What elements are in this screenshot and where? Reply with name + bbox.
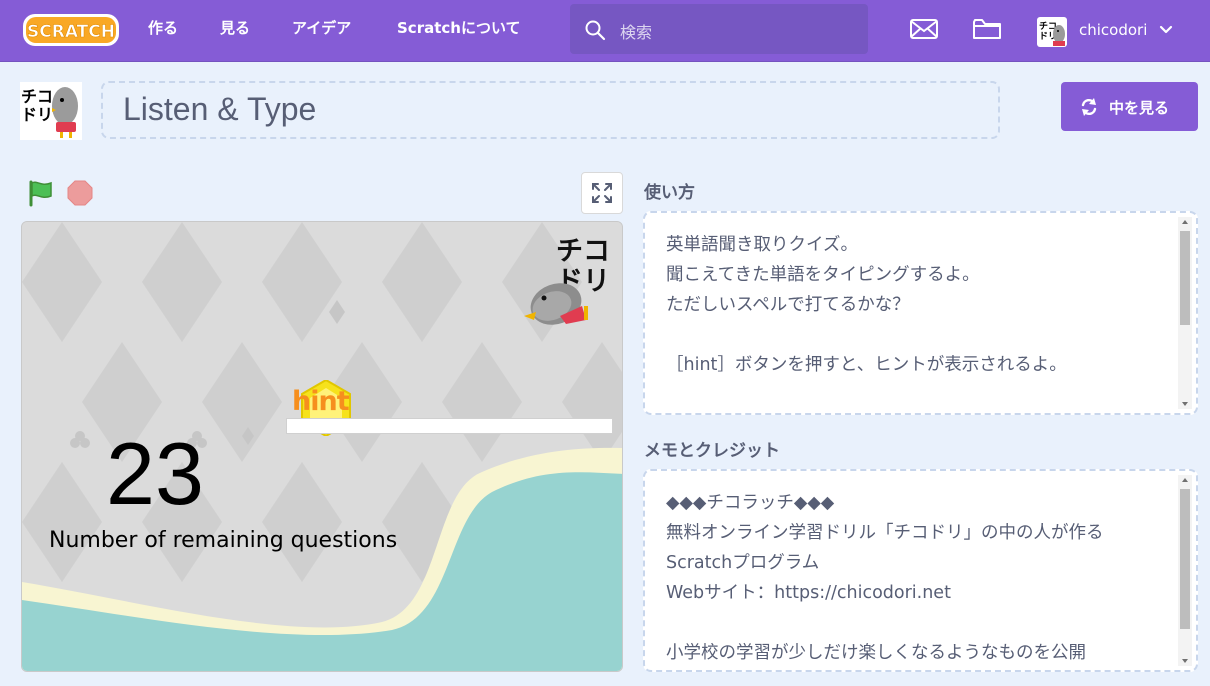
fullscreen-icon bbox=[592, 183, 612, 203]
scroll-up-icon[interactable] bbox=[1178, 217, 1192, 227]
nav-about[interactable]: Scratchについて bbox=[397, 0, 521, 58]
project-title-field[interactable]: Listen & Type bbox=[101, 81, 1000, 139]
notes-heading: メモとクレジット bbox=[644, 441, 780, 461]
scroll-up-icon[interactable] bbox=[1178, 475, 1192, 485]
project-author-avatar[interactable]: チコ ドリ bbox=[20, 82, 82, 140]
scratch-logo[interactable]: SCRATCH bbox=[22, 12, 120, 48]
svg-text:ドリ: ドリ bbox=[21, 105, 53, 124]
top-nav: SCRATCH 作る 見る アイデア Scratchについて 検索 チコ ドリ … bbox=[0, 0, 1210, 62]
user-avatar[interactable]: チコ ドリ bbox=[1037, 17, 1067, 47]
svg-text:チコ: チコ bbox=[21, 87, 53, 106]
notes-text: ◆◆◆チコラッチ◆◆◆ 無料オンライン学習ドリル「チコドリ」の中の人が作るScr… bbox=[666, 493, 1104, 663]
remix-arrows-icon bbox=[1081, 98, 1097, 116]
stop-icon[interactable] bbox=[67, 180, 93, 206]
scroll-down-icon[interactable] bbox=[1178, 399, 1192, 409]
green-flag-icon[interactable] bbox=[27, 179, 55, 207]
notes-panel[interactable]: ◆◆◆チコラッチ◆◆◆ 無料オンライン学習ドリル「チコドリ」の中の人が作るScr… bbox=[643, 469, 1198, 672]
nav-ideas[interactable]: アイデア bbox=[292, 0, 351, 58]
instructions-text: 英単語聞き取りクイズ。 聞こえてきた単語をタイピングするよ。 ただしいスペルで打… bbox=[666, 235, 1067, 375]
remaining-count: 23 bbox=[106, 424, 204, 523]
answer-input-bar[interactable] bbox=[286, 418, 613, 434]
nav-explore[interactable]: 見る bbox=[220, 0, 250, 58]
logo-text: SCRATCH bbox=[27, 22, 115, 42]
notes-scrollbar[interactable] bbox=[1178, 475, 1192, 666]
see-inside-label: 中を見る bbox=[1109, 99, 1170, 117]
instructions-panel[interactable]: 英単語聞き取りクイズ。 聞こえてきた単語をタイピングするよ。 ただしいスペルで打… bbox=[643, 211, 1198, 415]
username[interactable]: chicodori bbox=[1079, 21, 1147, 39]
remaining-label: Number of remaining questions bbox=[49, 528, 398, 553]
chevron-down-icon[interactable] bbox=[1158, 23, 1174, 37]
project-stage[interactable]: チコ ドリ hint 23 Number of remaining questi… bbox=[21, 221, 623, 672]
hint-label[interactable]: hint bbox=[292, 386, 350, 417]
my-stuff-folder-icon[interactable] bbox=[972, 16, 1002, 42]
notes-scroll-thumb[interactable] bbox=[1180, 489, 1190, 629]
instructions-scrollbar[interactable] bbox=[1178, 217, 1192, 409]
search-box[interactable]: 検索 bbox=[570, 4, 868, 54]
instructions-scroll-thumb[interactable] bbox=[1180, 231, 1190, 325]
fullscreen-button[interactable] bbox=[581, 172, 623, 214]
instructions-heading: 使い方 bbox=[644, 183, 695, 203]
search-input[interactable]: 検索 bbox=[620, 19, 652, 43]
see-inside-button[interactable]: 中を見る bbox=[1061, 82, 1198, 131]
search-icon bbox=[585, 20, 606, 41]
messages-icon[interactable] bbox=[909, 16, 939, 42]
nav-create[interactable]: 作る bbox=[148, 0, 178, 58]
scroll-down-icon[interactable] bbox=[1178, 656, 1192, 666]
project-title[interactable]: Listen & Type bbox=[123, 91, 316, 128]
stage-logo-line1: チコ bbox=[556, 236, 610, 267]
bird-character bbox=[524, 283, 588, 325]
